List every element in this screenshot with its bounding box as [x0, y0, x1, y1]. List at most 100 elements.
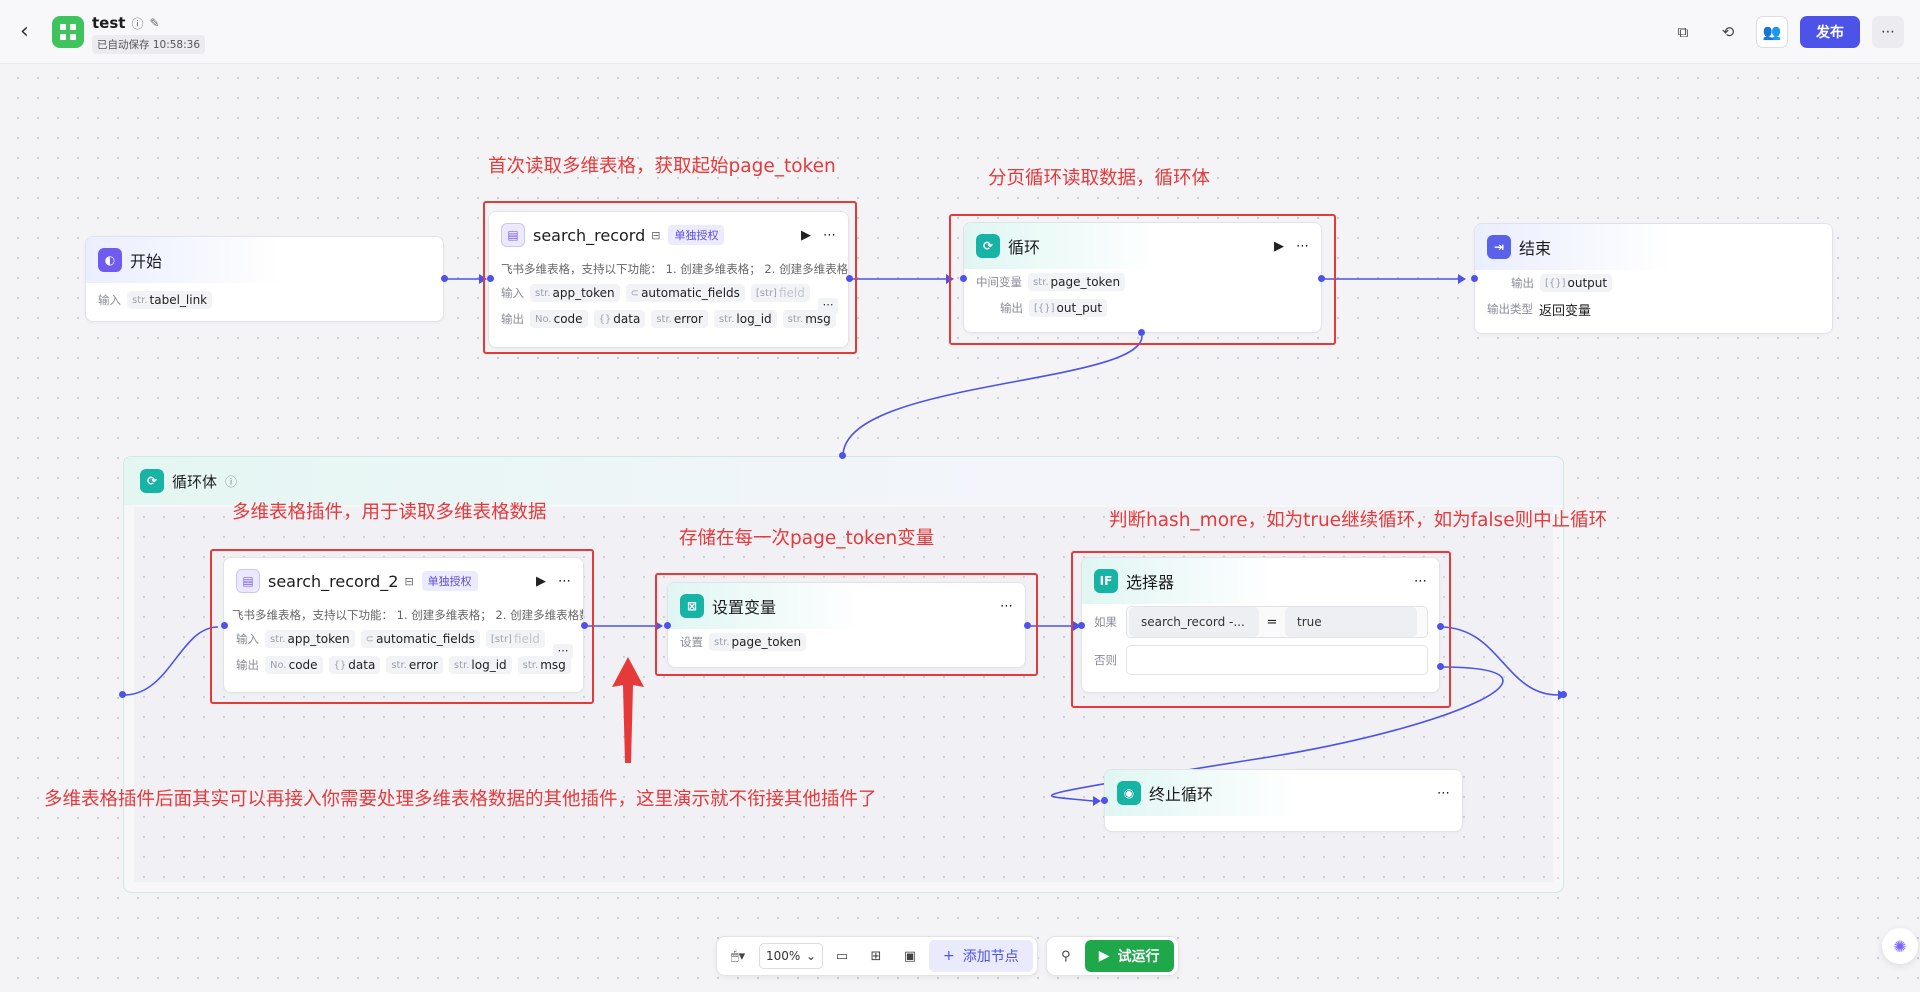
- set-variable-node[interactable]: ⊠ 设置变量 ⋯ 设置 str. page_token: [667, 582, 1026, 668]
- copy-icon[interactable]: ⧉: [1668, 18, 1698, 46]
- mouse-mode-icon[interactable]: 🖱▾: [721, 941, 755, 971]
- loop-body-in-port[interactable]: [119, 691, 126, 698]
- top-bar: ‹ test ⓘ ✎ 已自动保存 10:58:36 ⧉ ⟲ 👥 发布 ⋯: [0, 0, 1920, 64]
- stop-icon: ◉: [1117, 781, 1141, 805]
- toolbar-run-group: ⚲ ▶ 试运行: [1045, 936, 1179, 976]
- input-chip: ⊂ automatic_fields: [625, 284, 745, 302]
- zoom-value: 100%: [766, 949, 801, 963]
- set-var-chip: str. page_token: [709, 633, 807, 651]
- selector-title: 选择器: [1126, 573, 1175, 592]
- back-icon[interactable]: ‹: [20, 18, 44, 46]
- sr2-out-port[interactable]: [581, 622, 588, 629]
- selector-else-port[interactable]: [1437, 663, 1444, 670]
- loop-body-top-port[interactable]: [839, 452, 846, 459]
- loop-node[interactable]: ⟳ 循环 ▶ ⋯ 中间变量 str. page_token 输出 [{}] out_…: [963, 222, 1322, 333]
- else-branch[interactable]: [1126, 645, 1428, 675]
- output-label: 输出: [501, 312, 524, 326]
- comment-icon[interactable]: ▭: [827, 941, 857, 971]
- run-node-icon[interactable]: ▶: [801, 228, 811, 243]
- minimap-icon[interactable]: ▣: [895, 941, 925, 971]
- debug-icon[interactable]: ⚲: [1051, 941, 1081, 971]
- output-chip: str. error: [386, 656, 443, 674]
- node-more-icon[interactable]: ⋯: [1414, 574, 1427, 589]
- trial-run-button[interactable]: ▶ 试运行: [1084, 940, 1174, 972]
- add-node-button[interactable]: + 添加节点: [929, 940, 1033, 972]
- node-more-icon[interactable]: ⋯: [1296, 239, 1309, 254]
- end-in-port[interactable]: [1471, 275, 1478, 282]
- toolbar-main-group: 🖱▾ 100% ⌄ ▭ ⊞ ▣ + 添加节点: [716, 936, 1038, 976]
- run-node-icon[interactable]: ▶: [536, 574, 546, 589]
- setvar-out-port[interactable]: [1024, 622, 1031, 629]
- sr2-in-port[interactable]: [221, 622, 228, 629]
- assistant-icon[interactable]: ✺: [1882, 928, 1918, 964]
- output-label: 输出: [236, 658, 259, 672]
- start-out-port[interactable]: [441, 275, 448, 282]
- search-record-in-port[interactable]: [487, 275, 494, 282]
- loop-in-port[interactable]: [960, 275, 967, 282]
- auth-tag[interactable]: 单独授权: [421, 571, 478, 591]
- search-record-2-title: search_record_2: [268, 571, 399, 591]
- app-name: test: [92, 14, 126, 32]
- search-record-out-port[interactable]: [846, 275, 853, 282]
- collaborators-icon[interactable]: 👥: [1756, 16, 1788, 48]
- run-node-icon[interactable]: ▶: [1274, 239, 1284, 254]
- zoom-select[interactable]: 100% ⌄: [759, 943, 823, 969]
- selector-node[interactable]: IF 选择器 ⋯ 如果 search_record -... = true 否则: [1081, 557, 1440, 693]
- edges-layer: [123, 274, 1566, 806]
- break-loop-node[interactable]: ◉ 终止循环 ⋯: [1104, 769, 1463, 832]
- selector-in-port[interactable]: [1078, 622, 1085, 629]
- set-variable-icon: ⊠: [680, 594, 704, 618]
- loop-output-label: 输出: [1000, 301, 1023, 315]
- search-record-desc: 飞书多维表格，支持以下功能： 1. 创建多维表格； 2. 创建多维表格数据表 3…: [501, 262, 848, 276]
- edge-loop-body: [842, 335, 1143, 457]
- end-node-title: 结束: [1519, 239, 1552, 258]
- publish-button[interactable]: 发布: [1800, 16, 1860, 48]
- if-icon: IF: [1094, 569, 1118, 593]
- node-more-icon[interactable]: ⋯: [558, 574, 571, 589]
- end-output-type-label: 输出类型: [1487, 302, 1533, 316]
- node-more-icon[interactable]: ⋯: [1000, 599, 1013, 614]
- edit-icon[interactable]: ✎: [149, 16, 159, 30]
- more-inputs-icon[interactable]: ⋯: [553, 644, 573, 660]
- table-plugin-icon: ▤: [236, 569, 260, 593]
- canvas-toolbar: 🖱▾ 100% ⌄ ▭ ⊞ ▣ + 添加节点 ⚲ ▶ 试运行: [716, 936, 1179, 976]
- info-icon[interactable]: ⓘ: [131, 15, 143, 32]
- node-more-icon[interactable]: ⋯: [1437, 786, 1450, 801]
- if-operator[interactable]: =: [1259, 615, 1285, 630]
- annotation-text: 分页循环读取数据，循环体: [988, 168, 1211, 189]
- start-node-title: 开始: [130, 252, 163, 271]
- history-icon[interactable]: ⟲: [1713, 18, 1743, 46]
- output-chip: No. code: [265, 656, 323, 674]
- selector-if-port[interactable]: [1437, 623, 1444, 630]
- trial-run-label: 试运行: [1117, 949, 1160, 965]
- start-input-label: 输入: [98, 293, 121, 307]
- search-record-2-node[interactable]: ▤ search_record_2 ⊟ 单独授权 ▶ ⋯ 飞书多维表格，支持以下…: [223, 557, 584, 693]
- node-more-icon[interactable]: ⋯: [823, 228, 836, 243]
- annotation-text: 存储在每一次page_token变量: [679, 528, 935, 549]
- if-left-operand[interactable]: search_record -...: [1129, 607, 1259, 637]
- loop-out-port[interactable]: [1318, 275, 1325, 282]
- loop-body-out-port[interactable]: [1560, 691, 1567, 698]
- end-node[interactable]: ⇥ 结束 输出 [{}] output 输出类型 返回变量: [1474, 223, 1833, 334]
- loop-node-title: 循环: [1008, 238, 1041, 257]
- loop-body-port[interactable]: [1138, 329, 1145, 336]
- more-inputs-icon[interactable]: ⋯: [818, 298, 838, 314]
- set-variable-title: 设置变量: [712, 598, 777, 617]
- start-node[interactable]: ◐ 开始 输入 str. tabel_link: [85, 236, 444, 322]
- input-chip: [str] field: [485, 630, 545, 648]
- more-button[interactable]: ⋯: [1872, 16, 1904, 48]
- annotation-text: 多维表格插件，用于读取多维表格数据: [232, 502, 547, 523]
- app-logo-icon: [52, 16, 84, 48]
- input-chip: [str] field: [750, 284, 810, 302]
- add-node-label: 添加节点: [962, 949, 1019, 965]
- edge-if-exit: [1439, 626, 1559, 696]
- setvar-in-port[interactable]: [664, 622, 671, 629]
- input-chip: str. app_token: [265, 630, 355, 648]
- if-right-operand[interactable]: true: [1285, 607, 1417, 637]
- layout-icon[interactable]: ⊞: [861, 941, 891, 971]
- break-in-port[interactable]: [1101, 797, 1108, 804]
- chevron-down-icon: ⌄: [805, 949, 816, 963]
- annotation-text: 多维表格插件后面其实可以再接入你需要处理多维表格数据的其他插件，这里演示就不衔接…: [44, 789, 877, 810]
- auth-tag[interactable]: 单独授权: [668, 225, 725, 245]
- search-record-node[interactable]: ▤ search_record ⊟ 单独授权 ▶ ⋯ 飞书多维表格，支持以下功能…: [488, 211, 849, 348]
